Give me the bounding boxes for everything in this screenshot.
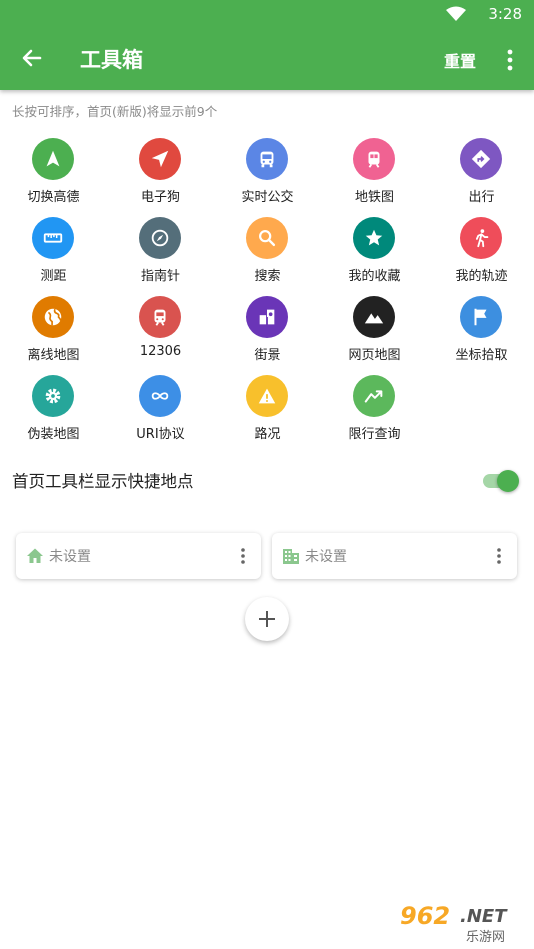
infinity-icon xyxy=(139,375,181,417)
more-vertical-icon[interactable] xyxy=(491,545,507,567)
back-arrow-icon[interactable] xyxy=(18,44,46,72)
tool-label: 出行 xyxy=(468,190,495,205)
navigation-arrow-icon xyxy=(32,138,74,180)
walking-icon xyxy=(460,217,502,259)
tool-label: 我的收藏 xyxy=(348,269,401,284)
tool-my-track[interactable]: 我的轨迹 xyxy=(428,215,534,294)
tool-fake-map[interactable]: 伪装地图 xyxy=(0,373,107,452)
tool-label: 12306 xyxy=(139,344,182,359)
street-view-icon xyxy=(246,296,288,338)
tool-label: 伪装地图 xyxy=(27,427,80,442)
sort-hint: 长按可排序，首页(新版)将显示前9个 xyxy=(12,104,218,119)
home-icon xyxy=(27,548,43,563)
bus-icon xyxy=(246,138,288,180)
more-vertical-icon[interactable] xyxy=(235,545,251,567)
tool-label: URI协议 xyxy=(136,427,185,442)
tool-label: 限行查询 xyxy=(348,427,401,442)
tool-street-view[interactable]: 街景 xyxy=(214,294,321,373)
company-icon xyxy=(283,549,299,564)
tool-switch-amap[interactable]: 切换高德 xyxy=(0,136,107,215)
tool-label: 切换高德 xyxy=(27,190,80,205)
search-icon xyxy=(246,217,288,259)
tool-label: 坐标拾取 xyxy=(455,348,508,363)
flag-icon xyxy=(460,296,502,338)
tool-12306[interactable]: 12306 xyxy=(107,294,214,373)
wifi-icon xyxy=(446,6,466,21)
tool-label: 电子狗 xyxy=(140,190,180,205)
train-icon xyxy=(139,296,181,338)
tool-label: 我的轨迹 xyxy=(455,269,508,284)
home-place-label: 未设置 xyxy=(49,549,91,565)
tool-label: 离线地图 xyxy=(27,348,80,363)
tool-e-dog[interactable]: 电子狗 xyxy=(107,136,214,215)
plus-icon xyxy=(259,611,275,627)
show-quick-places-label: 首页工具栏显示快捷地点 xyxy=(12,472,194,491)
reset-button[interactable]: 重置 xyxy=(444,48,476,72)
watermark-site: 乐游网 xyxy=(466,930,506,945)
subway-icon xyxy=(353,138,395,180)
more-vertical-icon[interactable] xyxy=(500,46,520,74)
star-icon xyxy=(353,217,395,259)
tool-web-map[interactable]: 网页地图 xyxy=(321,294,428,373)
ruler-icon xyxy=(32,217,74,259)
tool-restriction-query[interactable]: 限行查询 xyxy=(321,373,428,452)
trending-icon xyxy=(353,375,395,417)
home-place-card[interactable]: 未设置 xyxy=(16,533,261,579)
tool-label: 地铁图 xyxy=(354,190,394,205)
tool-traffic[interactable]: 路况 xyxy=(214,373,321,452)
tool-label: 街景 xyxy=(254,348,281,363)
watermark-domain: .NET xyxy=(460,906,507,927)
terrain-icon xyxy=(353,296,395,338)
tool-search[interactable]: 搜索 xyxy=(214,215,321,294)
company-place-card[interactable]: 未设置 xyxy=(272,533,517,579)
tool-travel[interactable]: 出行 xyxy=(428,136,534,215)
warning-icon xyxy=(246,375,288,417)
show-quick-places-toggle[interactable] xyxy=(482,469,520,493)
tool-label: 指南针 xyxy=(140,269,180,284)
watermark-number: 962 xyxy=(400,902,451,930)
tool-label: 网页地图 xyxy=(348,348,401,363)
status-time: 3:28 xyxy=(488,5,522,23)
tool-label: 测距 xyxy=(40,269,67,284)
tool-realtime-bus[interactable]: 实时公交 xyxy=(214,136,321,215)
app-bar: 3:28 工具箱 重置 xyxy=(0,0,534,90)
compass-icon xyxy=(139,217,181,259)
tool-label: 搜索 xyxy=(254,269,281,284)
tool-offline-map[interactable]: 离线地图 xyxy=(0,294,107,373)
tool-favorites[interactable]: 我的收藏 xyxy=(321,215,428,294)
tool-label: 路况 xyxy=(254,427,281,442)
gear-icon xyxy=(32,375,74,417)
page-title: 工具箱 xyxy=(80,48,143,72)
add-place-button[interactable] xyxy=(245,597,289,641)
tool-compass[interactable]: 指南针 xyxy=(107,215,214,294)
watermark-logo: 962 .NET 乐游网 xyxy=(394,902,530,945)
tool-uri-protocol[interactable]: URI协议 xyxy=(107,373,214,452)
tool-label: 实时公交 xyxy=(241,190,294,205)
tool-subway-map[interactable]: 地铁图 xyxy=(321,136,428,215)
company-place-label: 未设置 xyxy=(305,549,347,565)
directions-icon xyxy=(460,138,502,180)
tool-coordinate-pick[interactable]: 坐标拾取 xyxy=(428,294,534,373)
tool-measure[interactable]: 测距 xyxy=(0,215,107,294)
send-arrow-icon xyxy=(139,138,181,180)
globe-icon xyxy=(32,296,74,338)
